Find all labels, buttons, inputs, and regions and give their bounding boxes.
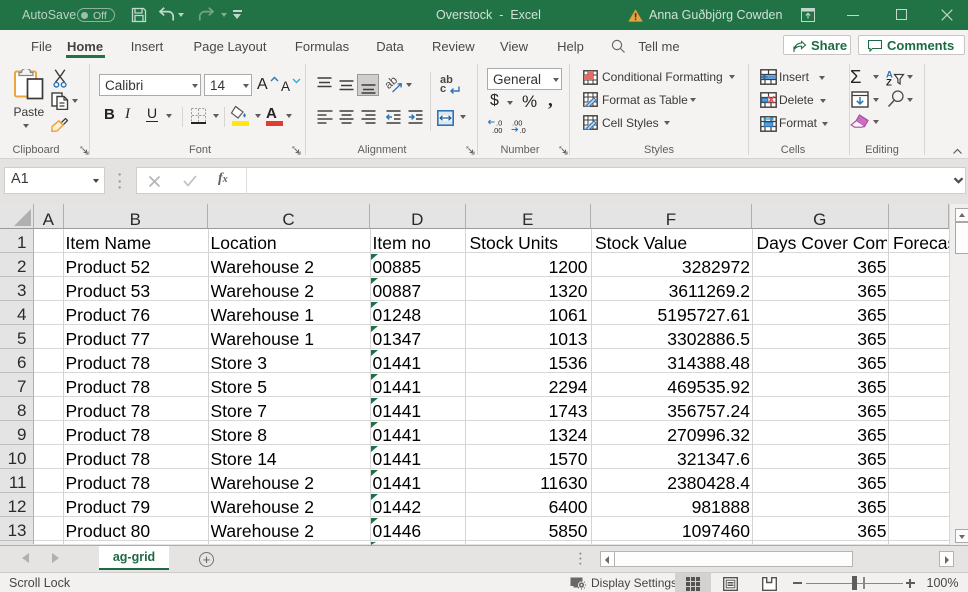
svg-text:Z: Z (886, 78, 892, 87)
svg-text:.0: .0 (520, 126, 526, 134)
svg-text:.00: .00 (492, 126, 502, 134)
